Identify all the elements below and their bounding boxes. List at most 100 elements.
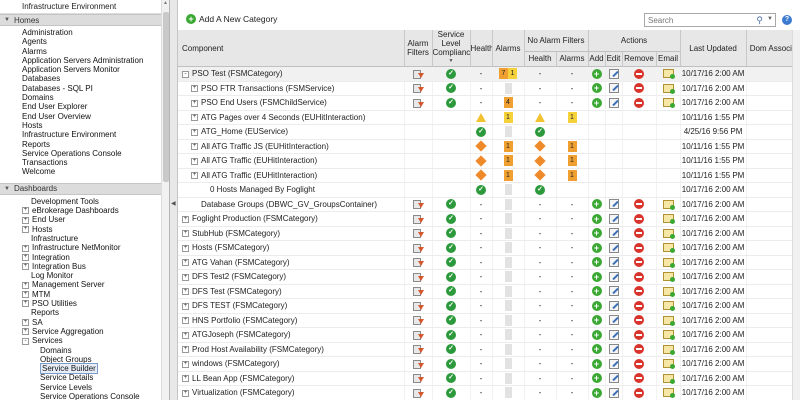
- email-icon[interactable]: [662, 359, 675, 370]
- column-header-health[interactable]: Health: [470, 30, 493, 67]
- email-icon[interactable]: [662, 69, 675, 80]
- naf-alarms-cell[interactable]: -: [556, 226, 589, 241]
- component-cell[interactable]: + DFS Test2 (FSMCategory): [178, 269, 405, 285]
- alarm-filter-icon[interactable]: [412, 315, 424, 326]
- expand-icon[interactable]: +: [191, 114, 198, 122]
- remove-action-cell[interactable]: [622, 284, 657, 299]
- sidebar-item[interactable]: + Management Server: [0, 280, 169, 289]
- component-cell[interactable]: + PSO End Users (FSMChildService): [178, 95, 405, 111]
- remove-action-cell[interactable]: [622, 255, 657, 270]
- table-row[interactable]: + DFS Test2 (FSMCategory) ✓ - - - +10/17/16 2:…: [178, 269, 800, 285]
- expand-icon[interactable]: +: [182, 215, 189, 223]
- edit-action-cell[interactable]: [605, 66, 623, 82]
- edit-icon[interactable]: [608, 373, 619, 384]
- alarm-filter-icon[interactable]: [412, 359, 424, 369]
- expand-icon[interactable]: +: [22, 328, 29, 336]
- add-icon[interactable]: +: [591, 300, 602, 311]
- column-header-last-updated[interactable]: Last Updated: [680, 30, 747, 67]
- add-action-cell[interactable]: +: [588, 313, 606, 328]
- alarm-filter-icon[interactable]: [412, 301, 424, 311]
- remove-action-cell[interactable]: [622, 269, 657, 285]
- component-cell[interactable]: + Hosts (FSMCategory): [178, 240, 405, 256]
- search-input[interactable]: [648, 15, 748, 25]
- expand-icon[interactable]: +: [191, 143, 198, 151]
- alarms-cell[interactable]: 1: [492, 153, 525, 169]
- email-action-cell[interactable]: [656, 226, 681, 241]
- sidebar-item[interactable]: + PSO Utilities: [0, 299, 169, 308]
- sidebar-item[interactable]: Databases - SQL PI: [0, 84, 169, 93]
- component-cell[interactable]: + ATG Pages over 4 Seconds (EUHitInteract…: [178, 110, 405, 125]
- email-action-cell[interactable]: [656, 327, 681, 343]
- sidebar-item[interactable]: Service Operations Console: [0, 392, 169, 400]
- add-icon[interactable]: +: [591, 358, 602, 369]
- alarm-filter-cell[interactable]: [404, 211, 433, 227]
- alarm-count-badge[interactable]: 1: [503, 111, 513, 123]
- alarms-cell[interactable]: [492, 269, 525, 285]
- email-action-cell[interactable]: [656, 81, 681, 96]
- naf-alarms-cell[interactable]: -: [556, 298, 589, 314]
- email-action-cell[interactable]: [656, 298, 681, 314]
- add-action-cell[interactable]: +: [588, 81, 606, 96]
- alarms-cell[interactable]: [492, 327, 525, 343]
- edit-action-cell[interactable]: [605, 342, 623, 357]
- edit-action-cell[interactable]: [605, 95, 623, 111]
- email-action-cell[interactable]: [656, 356, 681, 372]
- naf-alarms-cell[interactable]: -: [556, 313, 589, 328]
- component-cell[interactable]: + windows (FSMCategory): [178, 356, 405, 372]
- remove-action-cell[interactable]: [622, 66, 657, 82]
- component-cell[interactable]: + ATGJoseph (FSMCategory): [178, 327, 405, 343]
- expand-icon[interactable]: +: [182, 273, 189, 281]
- alarm-filter-cell[interactable]: [404, 255, 433, 270]
- naf-alarms-cell[interactable]: -: [556, 356, 589, 372]
- search-icon[interactable]: ⚲: [756, 15, 763, 26]
- expand-icon[interactable]: +: [182, 346, 189, 354]
- add-action-cell[interactable]: +: [588, 356, 606, 372]
- add-icon[interactable]: +: [591, 286, 602, 297]
- table-row[interactable]: + All ATG Traffic (EUHitInteraction) 1 1 10/…: [178, 153, 800, 169]
- alarm-filter-icon[interactable]: [412, 228, 424, 239]
- naf-alarms-cell[interactable]: 1: [556, 139, 589, 154]
- remove-action-cell[interactable]: [622, 342, 657, 357]
- add-action-cell[interactable]: +: [588, 226, 606, 241]
- add-action-cell[interactable]: +: [588, 211, 606, 227]
- component-cell[interactable]: + LL Bean App (FSMCategory): [178, 371, 405, 386]
- alarm-filter-icon[interactable]: [412, 286, 424, 297]
- expand-icon[interactable]: +: [22, 244, 29, 252]
- sidebar-item[interactable]: + Service Aggregation: [0, 327, 169, 336]
- alarm-filter-icon[interactable]: [412, 69, 424, 79]
- naf-alarms-cell[interactable]: -: [556, 371, 589, 386]
- add-icon[interactable]: +: [591, 329, 602, 340]
- add-action-cell[interactable]: +: [588, 269, 606, 285]
- alarms-cell[interactable]: [492, 226, 525, 241]
- alarms-cell[interactable]: [492, 371, 525, 386]
- naf-alarms-cell[interactable]: -: [556, 211, 589, 227]
- sidebar-collapse-handle[interactable]: ◀: [170, 0, 178, 400]
- edit-action-cell[interactable]: [605, 211, 623, 227]
- component-cell[interactable]: + Virtualization (FSMCategory): [178, 385, 405, 400]
- table-row[interactable]: + All ATG Traffic (EUHitInteraction) 1 1 10/…: [178, 168, 800, 183]
- column-header-alarms[interactable]: Alarms: [492, 30, 525, 67]
- add-action-cell[interactable]: +: [588, 284, 606, 299]
- table-row[interactable]: + LL Bean App (FSMCategory) ✓ - - - +10/17/16 …: [178, 371, 800, 386]
- add-action-cell[interactable]: +: [588, 385, 606, 400]
- remove-action-cell[interactable]: [622, 298, 657, 314]
- alarm-filter-cell[interactable]: [404, 226, 433, 241]
- add-icon[interactable]: +: [591, 344, 602, 355]
- remove-action-cell[interactable]: [622, 211, 657, 227]
- alarm-count-badge[interactable]: 1: [503, 155, 513, 167]
- naf-alarms-cell[interactable]: -: [556, 269, 589, 285]
- edit-icon[interactable]: [608, 315, 619, 326]
- sidebar-item[interactable]: + eBrokerage Dashboards: [0, 206, 169, 215]
- naf-alarms-cell[interactable]: 1: [556, 168, 589, 183]
- remove-action-cell[interactable]: [622, 327, 657, 343]
- alarm-count-badge[interactable]: 1: [567, 155, 577, 167]
- sidebar-item[interactable]: Log Monitor: [0, 271, 169, 280]
- table-row[interactable]: + Foglight Production (FSMCategory) ✓ - - - +1…: [178, 211, 800, 227]
- edit-action-cell[interactable]: [605, 327, 623, 343]
- edit-icon[interactable]: [608, 329, 619, 340]
- component-cell[interactable]: + Foglight Production (FSMCategory): [178, 211, 405, 227]
- search-box[interactable]: ⚲ ▼: [644, 13, 776, 27]
- edit-action-cell[interactable]: [605, 197, 623, 212]
- table-row[interactable]: + All ATG Traffic JS (EUHitInteraction) 1 1…: [178, 139, 800, 154]
- remove-action-cell[interactable]: [622, 197, 657, 212]
